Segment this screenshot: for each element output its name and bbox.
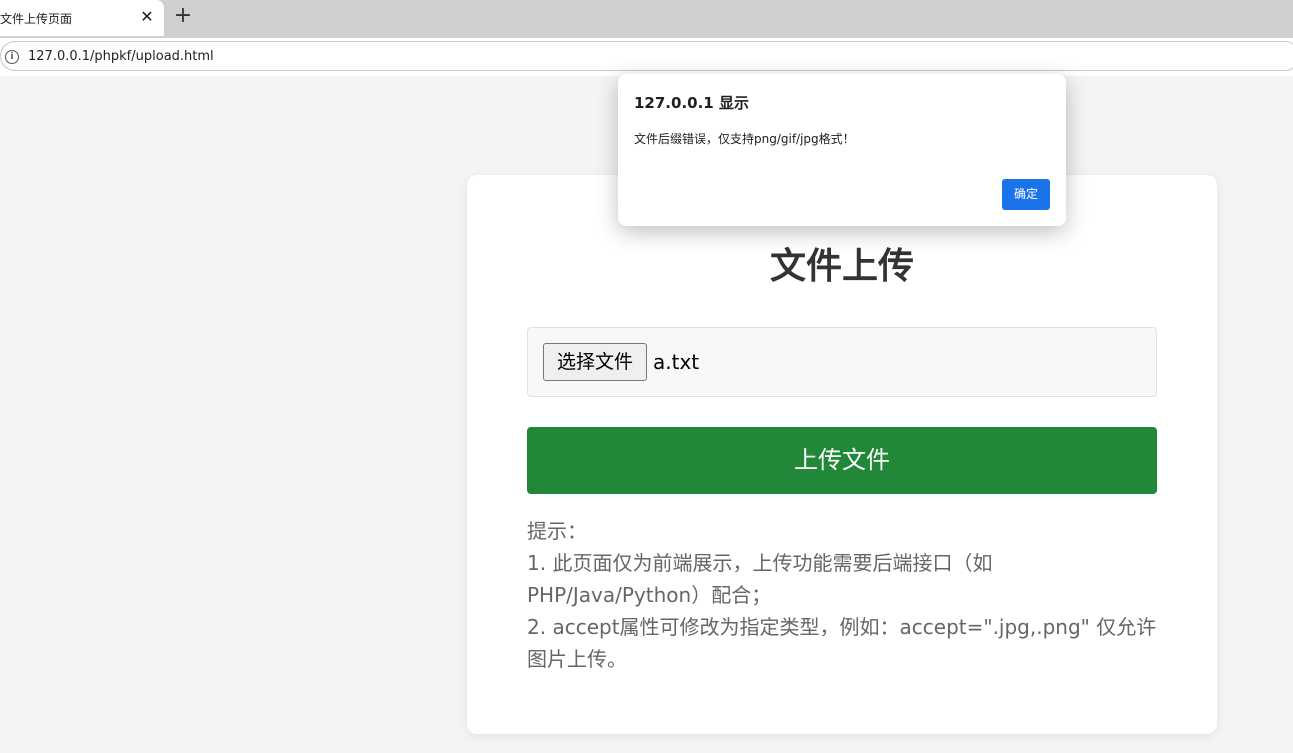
tips-section: 提示： 1. 此页面仅为前端展示，上传功能需要后端接口（如PHP/Java/Py… (527, 515, 1157, 675)
dialog-message: 文件后缀错误，仅支持png/gif/jpg格式！ (634, 132, 855, 146)
alert-dialog: 127.0.0.1 显示 文件后缀错误，仅支持png/gif/jpg格式！ 确定 (618, 74, 1066, 226)
selected-file-name: a.txt (653, 350, 700, 374)
tab-title: 文件上传页面 (0, 12, 73, 26)
upload-button[interactable]: 上传文件 (527, 427, 1157, 494)
dialog-title: 127.0.0.1 显示 (634, 94, 749, 112)
file-input-box: 选择文件 a.txt (527, 327, 1157, 397)
choose-file-button[interactable]: 选择文件 (543, 343, 647, 381)
upload-card: 文件上传 选择文件 a.txt 上传文件 提示： 1. 此页面仅为前端展示，上传… (467, 175, 1217, 734)
page-title: 文件上传 (769, 246, 914, 287)
tips-heading: 提示： (527, 519, 587, 543)
tip-item: 2. accept属性可修改为指定类型，例如：accept=".jpg,.png… (527, 615, 1157, 671)
site-info-icon[interactable]: i (5, 50, 19, 64)
tab-strip: 文件上传页面 ✕ + (0, 0, 1293, 38)
dialog-ok-button[interactable]: 确定 (1002, 179, 1050, 210)
new-tab-icon[interactable]: + (171, 5, 195, 29)
url-text[interactable]: 127.0.0.1/phpkf/upload.html (28, 49, 214, 64)
address-bar[interactable]: i 127.0.0.1/phpkf/upload.html (0, 41, 1293, 71)
browser-toolbar: i 127.0.0.1/phpkf/upload.html (0, 38, 1293, 76)
browser-tab[interactable]: 文件上传页面 ✕ (0, 0, 164, 36)
tip-item: 1. 此页面仅为前端展示，上传功能需要后端接口（如PHP/Java/Python… (527, 551, 993, 607)
close-tab-icon[interactable]: ✕ (136, 6, 158, 28)
